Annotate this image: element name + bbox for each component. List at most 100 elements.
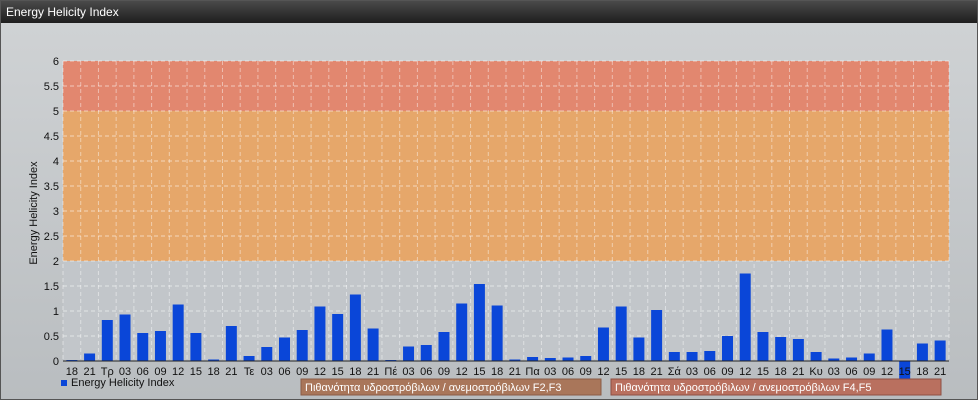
bar <box>597 327 609 361</box>
y-tick-label: 2 <box>53 256 59 268</box>
bar <box>757 332 769 361</box>
x-tick-label: Κυ <box>809 366 822 378</box>
bar <box>438 332 450 361</box>
legend: Energy Helicity Index <box>61 377 175 389</box>
zone-f23-label: Πιθανότητα υδροστρόβιλων / ανεμοστρόβιλω… <box>305 382 562 394</box>
legend-series-label: Energy Helicity Index <box>71 377 175 389</box>
x-tick-label: 06 <box>845 366 857 378</box>
x-tick-label: 06 <box>420 366 432 378</box>
x-tick-label: 18 <box>775 366 787 378</box>
x-tick-label: 15 <box>332 366 344 378</box>
y-tick-label: 0 <box>53 356 59 368</box>
y-axis-label: Energy Helicity Index <box>28 161 40 265</box>
bar <box>792 339 804 361</box>
bar <box>119 314 131 361</box>
window-title: Energy Helicity Index <box>6 5 119 19</box>
x-tick-label: 03 <box>686 366 698 378</box>
x-axis-ticks: 18 21 Τρ 03 06 09 12 15 18 21 Τε 03 06 09 12 15 18 21 Πέ 03… <box>66 366 947 378</box>
y-tick-label: 2.5 <box>44 231 59 243</box>
bar <box>456 303 468 361</box>
x-tick-label: 18 <box>916 366 928 378</box>
bar <box>473 284 485 361</box>
bar <box>722 336 733 361</box>
bar <box>916 343 928 361</box>
bar <box>704 351 716 361</box>
x-tick-label: 21 <box>509 366 521 378</box>
x-tick-label: 06 <box>562 366 574 378</box>
bar <box>934 340 946 361</box>
bar <box>846 357 858 361</box>
zone-legend-f45: Πιθανότητα υδροστρόβιλων / ανεμοστρόβιλω… <box>610 378 942 396</box>
y-tick-label: 4 <box>53 156 59 168</box>
y-tick-label: 3.5 <box>44 181 59 193</box>
legend-swatch <box>61 380 67 386</box>
x-tick-label: 15 <box>615 366 627 378</box>
x-tick-label: 21 <box>225 366 237 378</box>
x-tick-label: 15 <box>757 366 769 378</box>
bar <box>279 337 290 361</box>
chart-panel: 0 0.5 1 1.5 2 2.5 3 3.5 4 4.5 5 5.5 6 18 21 Τρ 03 06 09 12… <box>1 23 977 399</box>
x-tick-label: 18 <box>207 366 219 378</box>
y-axis-ticks: 0 0.5 1 1.5 2 2.5 3 3.5 4 4.5 5 5.5 6 <box>44 56 59 368</box>
x-tick-label: 18 <box>349 366 361 378</box>
x-tick-label: 03 <box>828 366 840 378</box>
x-tick-label: 09 <box>580 366 592 378</box>
bar <box>243 356 255 361</box>
bar <box>84 353 96 361</box>
x-tick-label: Πα <box>525 366 540 378</box>
bar <box>739 273 751 361</box>
x-tick-label: 06 <box>704 366 716 378</box>
bar <box>101 320 113 361</box>
bar <box>314 306 326 361</box>
y-tick-label: 1 <box>53 306 59 318</box>
bar <box>349 294 361 361</box>
bar <box>527 357 539 361</box>
bar <box>562 357 574 361</box>
x-tick-label: 03 <box>261 366 273 378</box>
x-tick-label: 18 <box>491 366 503 378</box>
bar <box>863 353 875 361</box>
bar <box>261 347 273 361</box>
x-tick-label: 21 <box>367 366 379 378</box>
bar <box>881 329 893 361</box>
x-tick-label: 12 <box>597 366 609 378</box>
bar <box>403 346 415 361</box>
x-tick-label: 09 <box>863 366 875 378</box>
x-tick-label: Σά <box>668 366 682 378</box>
chart-window: Energy Helicity Index 0 0.5 1 1.5 2 2.5 3 3.5 4 4… <box>0 0 978 400</box>
bar <box>172 304 184 361</box>
bar <box>633 337 645 361</box>
x-tick-label: 21 <box>792 366 804 378</box>
x-tick-label: 15 <box>473 366 485 378</box>
bar <box>615 306 627 361</box>
x-tick-label: Πέ <box>384 366 397 378</box>
x-tick-label: 12 <box>881 366 893 378</box>
bar <box>580 356 592 361</box>
x-tick-label: 21 <box>934 366 946 378</box>
x-tick-label: 12 <box>314 366 326 378</box>
bar <box>491 305 503 361</box>
bar <box>190 333 202 361</box>
bar <box>154 331 166 361</box>
x-tick-label: 15 <box>190 366 202 378</box>
y-tick-label: 1.5 <box>44 281 59 293</box>
y-tick-label: 3 <box>53 206 59 218</box>
bar <box>332 314 344 361</box>
y-tick-label: 5 <box>53 106 59 118</box>
bar <box>651 310 663 361</box>
x-tick-label: 03 <box>402 366 414 378</box>
bar <box>420 345 432 361</box>
bar <box>810 352 822 361</box>
window-titlebar: Energy Helicity Index <box>1 1 977 23</box>
bar <box>137 333 149 361</box>
x-tick-label: 15 <box>899 366 911 378</box>
x-tick-label: 09 <box>296 366 308 378</box>
x-tick-label: 03 <box>544 366 556 378</box>
x-tick-label: 09 <box>721 366 733 378</box>
zone-legend-f23: Πιθανότητα υδροστρόβιλων / ανεμοστρόβιλω… <box>300 378 602 396</box>
ehi-bar-chart: 00.511.522.533.544.555.56 18 21 Τρ 03 06 09 12… <box>28 56 950 396</box>
y-tick-label: 0.5 <box>44 331 59 343</box>
x-tick-label: 12 <box>456 366 468 378</box>
x-tick-label: 09 <box>438 366 450 378</box>
x-tick-label: Τε <box>244 366 255 378</box>
